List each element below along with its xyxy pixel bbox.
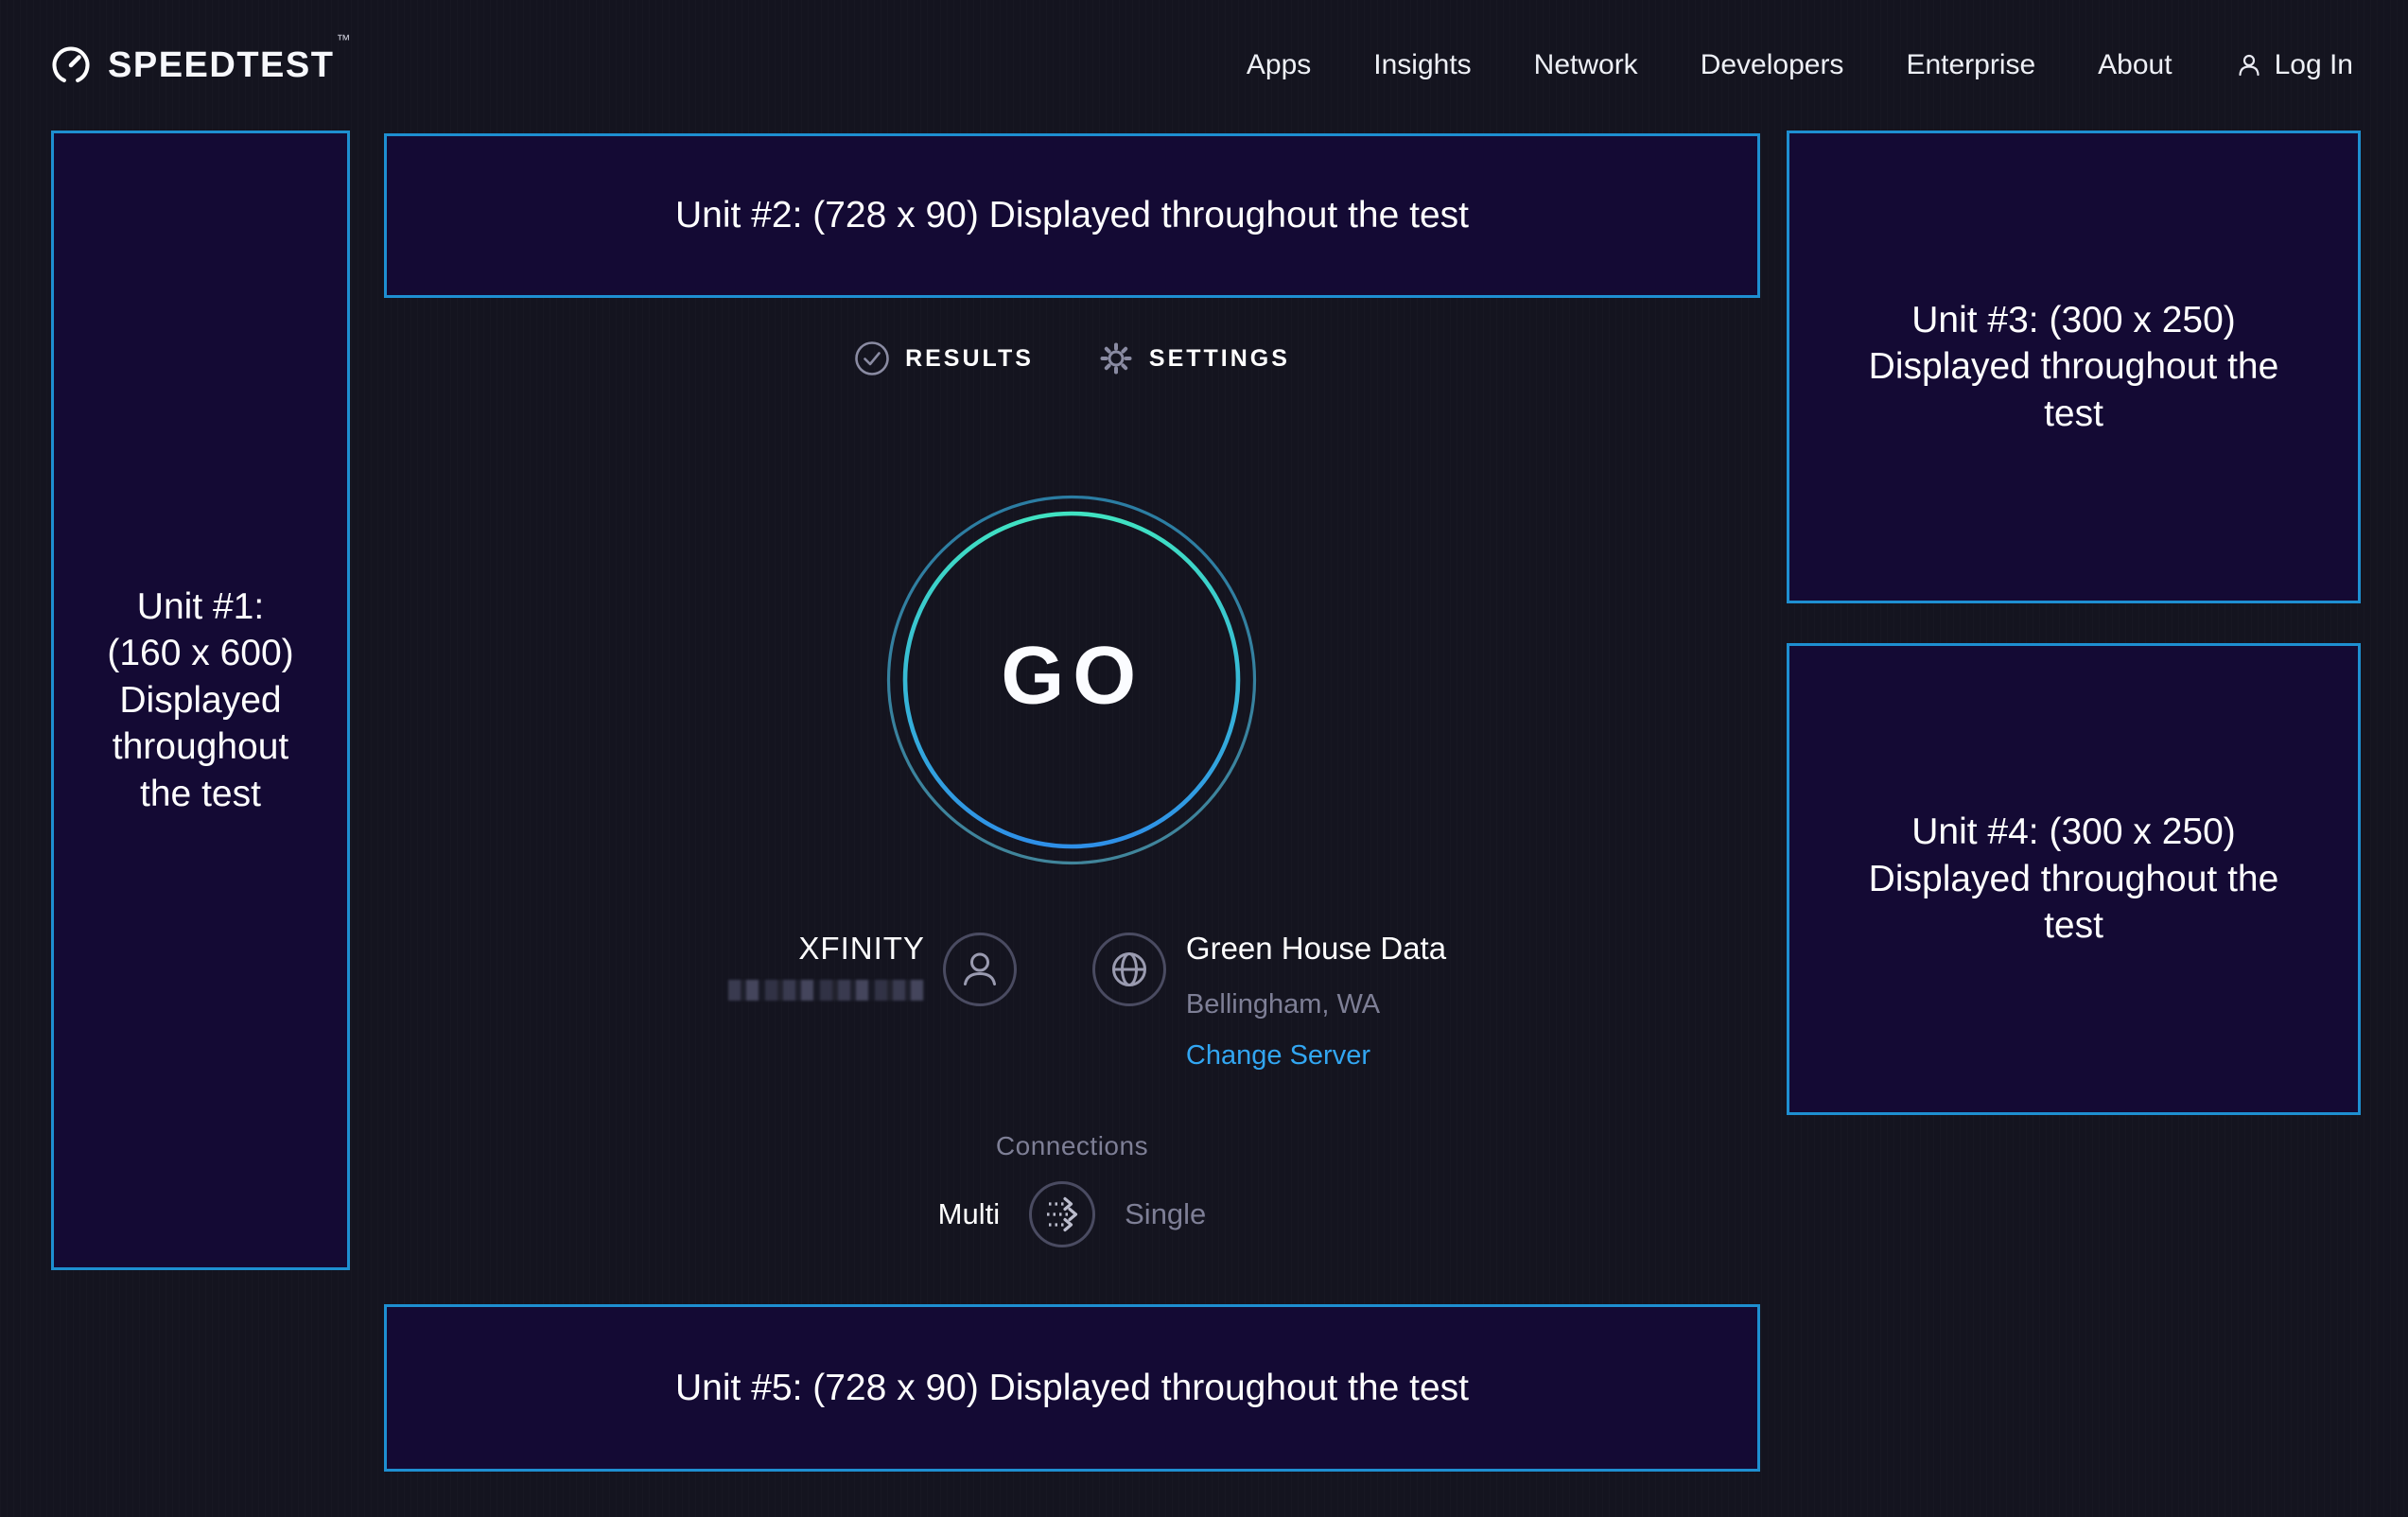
nav-item-about[interactable]: About (2098, 49, 2172, 81)
connections-multi-option[interactable]: Multi (938, 1197, 1000, 1231)
ad-unit-3-rectangle: Unit #3: (300 x 250) Displayed throughou… (1787, 131, 2361, 603)
server-name: Green House Data (1186, 930, 1446, 968)
ad-unit-5-text: Unit #5: (728 x 90) Displayed throughout… (675, 1365, 1469, 1412)
tab-settings-label: SETTINGS (1149, 345, 1290, 373)
connections-toggle-icon[interactable] (1028, 1180, 1096, 1248)
trademark-mark: ™ (336, 32, 350, 48)
nav-item-enterprise[interactable]: Enterprise (1906, 49, 2035, 81)
nav-item-network[interactable]: Network (1534, 49, 1638, 81)
user-icon (2235, 51, 2263, 79)
connections-title: Connections (384, 1131, 1760, 1161)
ad-unit-4-rectangle: Unit #4: (300 x 250) Displayed throughou… (1787, 643, 2361, 1115)
isp-block: XFINITY (698, 930, 1018, 1007)
ad-unit-5-leaderboard: Unit #5: (728 x 90) Displayed throughout… (384, 1304, 1760, 1472)
server-location: Bellingham, WA (1186, 988, 1446, 1020)
login-label: Log In (2275, 49, 2353, 81)
ad-unit-4-text: Unit #4: (300 x 250) Displayed throughou… (1866, 809, 2282, 950)
ad-unit-3-text: Unit #3: (300 x 250) Displayed throughou… (1866, 297, 2282, 438)
brand-name: SPEEDTEST (108, 45, 334, 85)
header: SPEEDTEST™ Apps Insights Network Develop… (0, 0, 2408, 131)
tab-results[interactable]: RESULTS (854, 340, 1034, 376)
connections-toggle-row: Multi Single (384, 1180, 1760, 1248)
logo-text: SPEEDTEST™ (108, 45, 348, 86)
host-info-row: XFINITY Green House Data (384, 930, 1760, 1072)
check-circle-icon (854, 340, 890, 376)
ad-unit-1-skyscraper: Unit #1: (160 x 600) Displayed throughou… (51, 131, 350, 1270)
speedtest-logo[interactable]: SPEEDTEST™ (49, 44, 348, 87)
tab-results-label: RESULTS (905, 345, 1034, 373)
server-block: Green House Data Bellingham, WA Change S… (1091, 930, 1446, 1072)
ad-unit-2-text: Unit #2: (728 x 90) Displayed throughout… (675, 192, 1469, 239)
speedtest-page: SPEEDTEST™ Apps Insights Network Develop… (0, 0, 2408, 1517)
tabs-row: RESULTS SETTINGS (384, 340, 1760, 376)
nav-item-insights[interactable]: Insights (1373, 49, 1471, 81)
redacted-ip-address (728, 980, 925, 1001)
nav-item-developers[interactable]: Developers (1701, 49, 1844, 81)
go-button[interactable]: GO (886, 495, 1257, 865)
login-button[interactable]: Log In (2235, 49, 2353, 81)
connections-section: Connections Multi Single (384, 1131, 1760, 1248)
change-server-link[interactable]: Change Server (1186, 1039, 1446, 1072)
gear-icon (1098, 340, 1134, 376)
globe-circle-icon[interactable] (1091, 932, 1167, 1007)
isp-name: XFINITY (698, 930, 925, 968)
ad-unit-1-text: Unit #1: (160 x 600) Displayed throughou… (99, 584, 303, 818)
main-nav: Apps Insights Network Developers Enterpr… (1247, 49, 2353, 81)
ad-unit-2-leaderboard: Unit #2: (728 x 90) Displayed throughout… (384, 133, 1760, 298)
connections-single-option[interactable]: Single (1125, 1197, 1206, 1231)
server-text: Green House Data Bellingham, WA Change S… (1186, 930, 1446, 1072)
go-label: GO (992, 630, 1144, 724)
person-circle-icon[interactable] (942, 932, 1018, 1007)
isp-text: XFINITY (698, 930, 925, 1001)
tab-settings[interactable]: SETTINGS (1098, 340, 1290, 376)
gauge-logo-icon (49, 44, 93, 87)
nav-item-apps[interactable]: Apps (1247, 49, 1311, 81)
